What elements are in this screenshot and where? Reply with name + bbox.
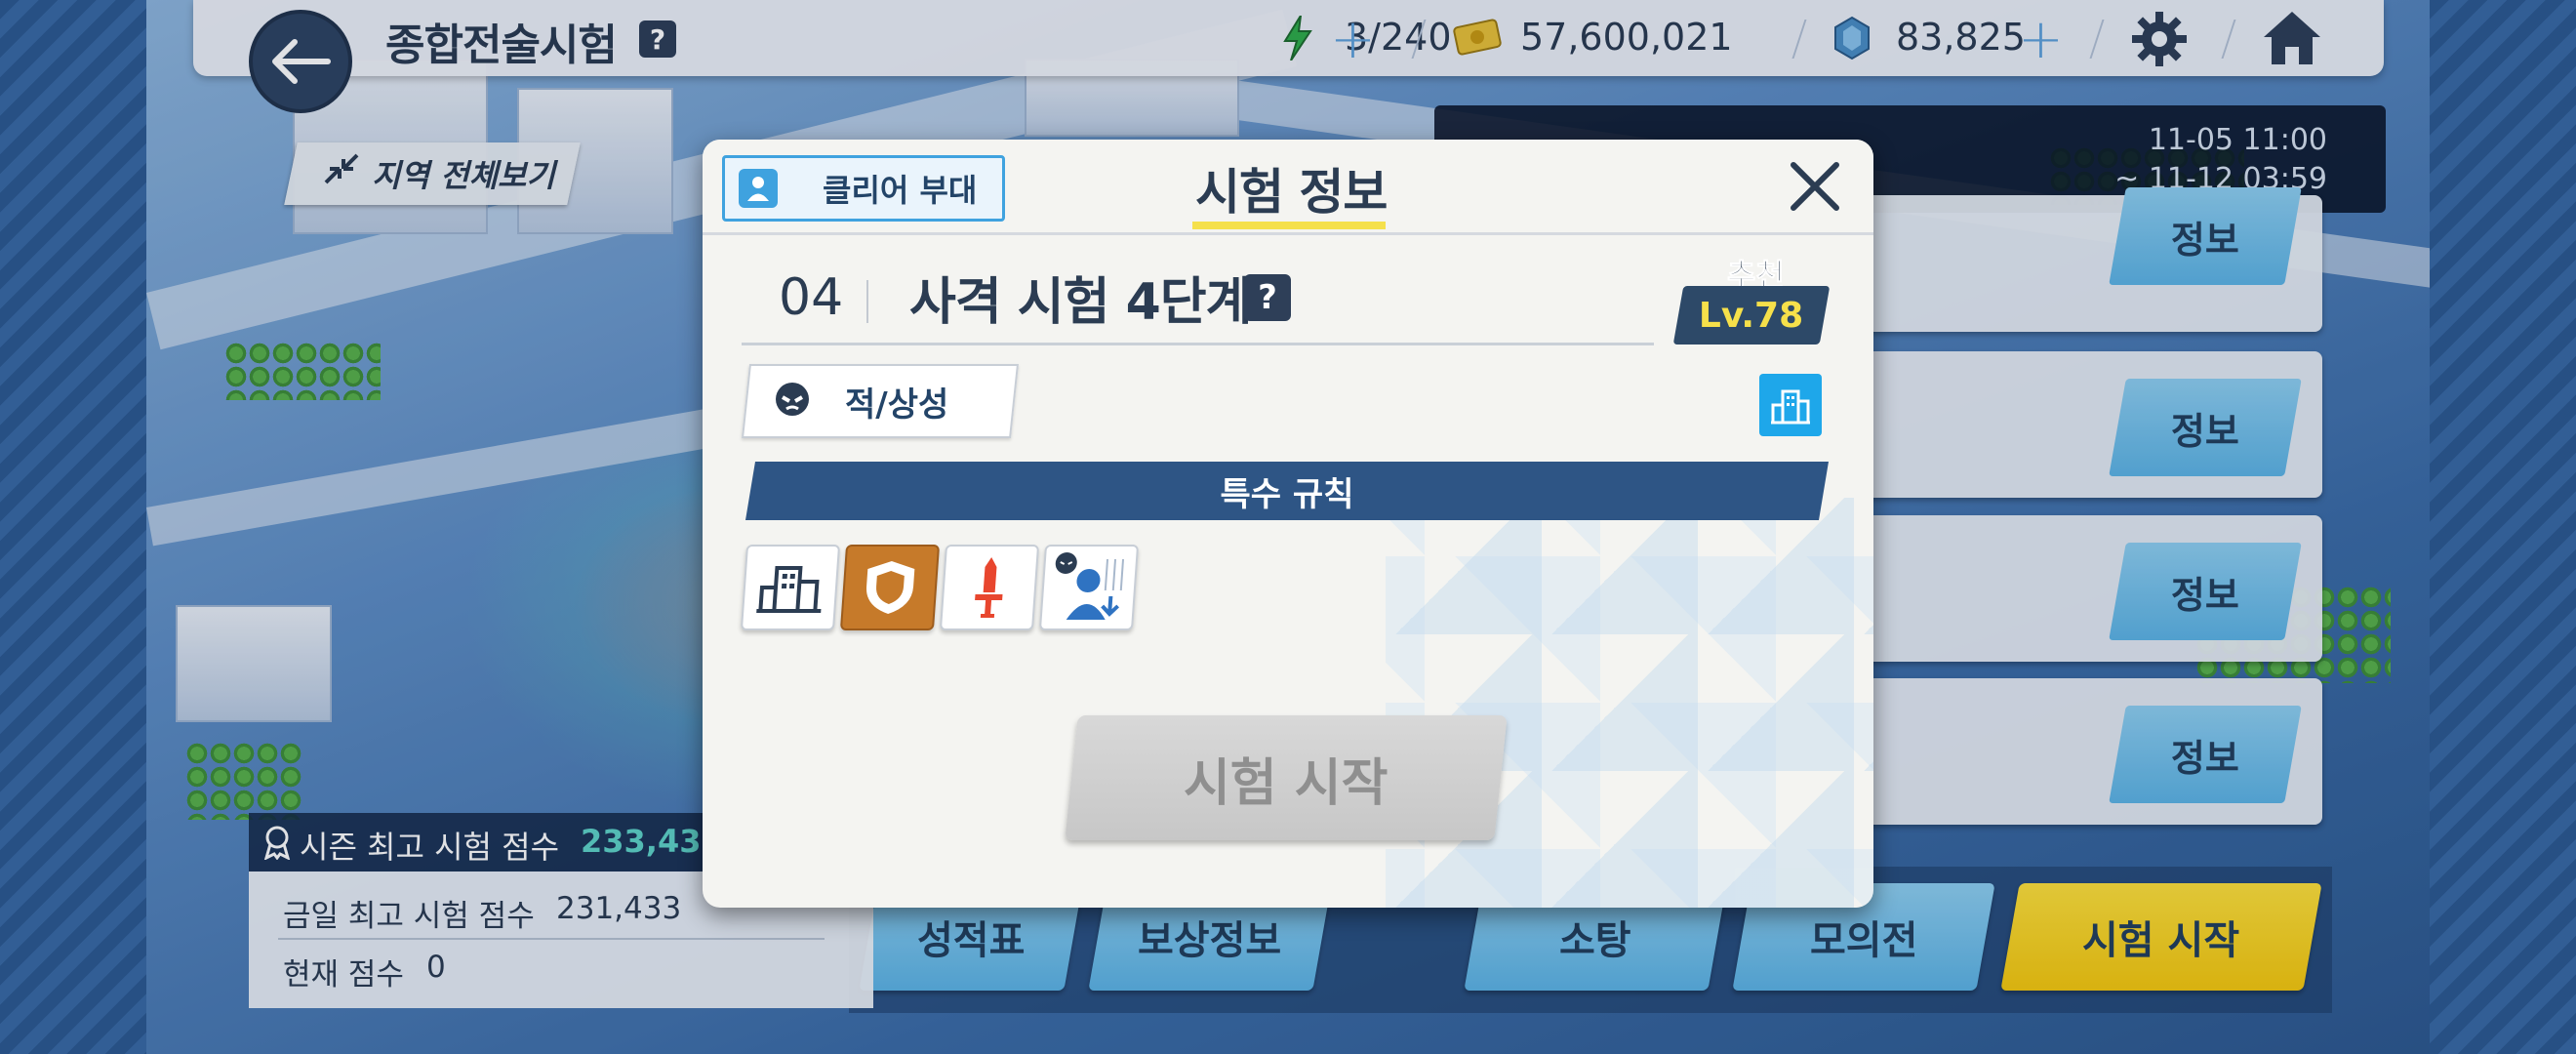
- stage-number: 04: [779, 268, 844, 327]
- clear-squad-button[interactable]: 클리어 부대: [722, 155, 1005, 222]
- rule-building-icon[interactable]: [740, 545, 841, 630]
- start-exam-label: 시험 시작: [1184, 753, 1389, 813]
- person-icon: [739, 169, 778, 208]
- rule-shield-icon[interactable]: [839, 545, 941, 630]
- start-exam-button[interactable]: 시험 시작: [1065, 715, 1508, 840]
- enemy-affinity-label: 적/상성: [845, 385, 949, 425]
- stage-name: 사격 시험 4단계: [909, 273, 1252, 332]
- close-icon[interactable]: [1786, 157, 1844, 216]
- enemy-affinity-content[interactable]: 적/상성: [773, 370, 948, 432]
- exam-info-modal: 클리어 부대 시험 정보 04 사격 시험 4단계 ? 추천 Lv.78 적/상…: [703, 140, 1873, 908]
- recommend-level-badge: Lv.78: [1672, 286, 1831, 345]
- modal-title: 시험 정보: [1195, 164, 1388, 221]
- modal-decoration: [1386, 498, 1873, 908]
- rule-enemy-download-icon[interactable]: [1038, 545, 1140, 630]
- special-rules-label: 특수 규칙: [1220, 474, 1354, 514]
- stage-help-button[interactable]: ?: [1244, 274, 1291, 321]
- terrain-building-button[interactable]: [1759, 374, 1822, 436]
- stage-divider: [866, 280, 868, 323]
- stage-underline: [742, 343, 1654, 345]
- enemy-skull-icon: [773, 380, 812, 423]
- rule-sword-icon[interactable]: [939, 545, 1040, 630]
- special-rules-banner: 특수 규칙: [745, 462, 1829, 520]
- building-icon: [1771, 389, 1810, 425]
- clear-squad-label: 클리어 부대: [823, 172, 978, 209]
- title-underline: [1192, 222, 1386, 229]
